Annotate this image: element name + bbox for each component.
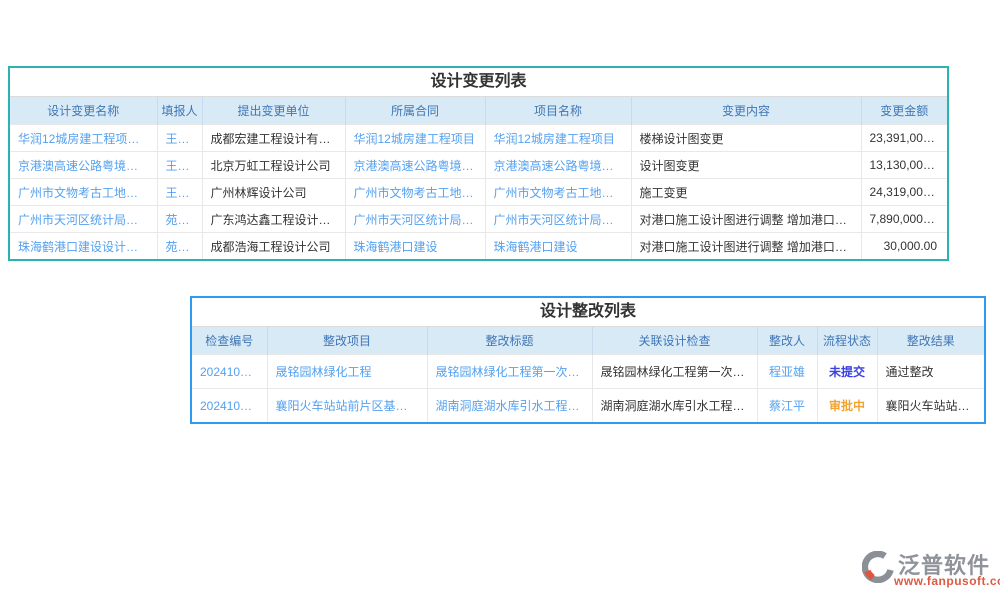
cell-contract[interactable]: 广州市天河区统计局机房改... bbox=[345, 206, 485, 233]
design-rectify-header-row: 检查编号 整改项目 整改标题 关联设计检查 整改人 流程状态 整改结果 bbox=[192, 327, 984, 355]
cell-change-name[interactable]: 广州市文物考古工地安防系... bbox=[10, 179, 157, 206]
col-header-related-check: 关联设计检查 bbox=[592, 327, 757, 355]
col-header-reporter: 填报人 bbox=[157, 97, 202, 125]
status-badge: 未提交 bbox=[817, 355, 877, 389]
cell-check-no[interactable]: 2024100002 bbox=[192, 355, 267, 389]
col-header-contract: 所属合同 bbox=[345, 97, 485, 125]
cell-change-name[interactable]: 珠海鹤港口建设设计变更 bbox=[10, 233, 157, 260]
cell-content: 对港口施工设计图进行调整 增加港口管道建设工程 bbox=[631, 206, 861, 233]
cell-amount: 13,130,000.00 bbox=[861, 152, 947, 179]
cell-rectify-person[interactable]: 程亚雄 bbox=[757, 355, 817, 389]
cell-unit: 北京万虹工程设计公司 bbox=[202, 152, 345, 179]
design-change-header-row: 设计变更名称 填报人 提出变更单位 所属合同 项目名称 变更内容 变更金额 bbox=[10, 97, 947, 125]
cell-project[interactable]: 广州市天河区统计局机房改... bbox=[485, 206, 631, 233]
cell-change-name[interactable]: 广州市天河区统计局机房改... bbox=[10, 206, 157, 233]
col-header-rectify-title: 整改标题 bbox=[427, 327, 592, 355]
cell-unit: 成都浩海工程设计公司 bbox=[202, 233, 345, 260]
cell-rectify-project[interactable]: 晟铭园林绿化工程 bbox=[267, 355, 427, 389]
cell-contract[interactable]: 华润12城房建工程项目 bbox=[345, 125, 485, 152]
design-change-table: 设计变更名称 填报人 提出变更单位 所属合同 项目名称 变更内容 变更金额 华润… bbox=[10, 97, 947, 259]
cell-rectify-person[interactable]: 蔡江平 bbox=[757, 389, 817, 423]
table-row: 广州市文物考古工地安防系... 王志远 广州林辉设计公司 广州市文物考古工地安防… bbox=[10, 179, 947, 206]
table-row: 京港澳高速公路粤境韶关至... 王志远 北京万虹工程设计公司 京港澳高速公路粤境… bbox=[10, 152, 947, 179]
cell-content: 楼梯设计图变更 bbox=[631, 125, 861, 152]
design-rectify-table-title: 设计整改列表 bbox=[192, 298, 984, 327]
cell-project[interactable]: 京港澳高速公路粤境韶关至... bbox=[485, 152, 631, 179]
cell-change-name[interactable]: 华润12城房建工程项目设计... bbox=[10, 125, 157, 152]
cell-contract[interactable]: 京港澳高速公路粤境韶关至... bbox=[345, 152, 485, 179]
fanpu-logo-icon bbox=[862, 551, 894, 583]
cell-contract[interactable]: 珠海鹤港口建设 bbox=[345, 233, 485, 260]
cell-unit: 广东鸿达鑫工程设计公司 bbox=[202, 206, 345, 233]
cell-amount: 7,890,000.00 bbox=[861, 206, 947, 233]
cell-amount: 24,319,000.00 bbox=[861, 179, 947, 206]
cell-rectify-title[interactable]: 湖南洞庭湖水库引水工程施工I... bbox=[427, 389, 592, 423]
table-row: 华润12城房建工程项目设计... 王志远 成都宏建工程设计有限公司 华润12城房… bbox=[10, 125, 947, 152]
col-header-check-no: 检查编号 bbox=[192, 327, 267, 355]
cell-reporter[interactable]: 王志远 bbox=[157, 179, 202, 206]
brand-url[interactable]: www.fanpusoft.com bbox=[894, 574, 1000, 588]
design-rectify-table: 检查编号 整改项目 整改标题 关联设计检查 整改人 流程状态 整改结果 2024… bbox=[192, 327, 984, 422]
cell-reporter[interactable]: 苑子豪 bbox=[157, 233, 202, 260]
cell-content: 施工变更 bbox=[631, 179, 861, 206]
cell-project[interactable]: 华润12城房建工程项目 bbox=[485, 125, 631, 152]
table-row: 广州市天河区统计局机房改... 苑子豪 广东鸿达鑫工程设计公司 广州市天河区统计… bbox=[10, 206, 947, 233]
cell-reporter[interactable]: 苑子豪 bbox=[157, 206, 202, 233]
fanpu-logo[interactable]: 泛普软件 www.fanpusoft.com bbox=[862, 550, 996, 592]
col-header-flow-status: 流程状态 bbox=[817, 327, 877, 355]
col-header-content: 变更内容 bbox=[631, 97, 861, 125]
col-header-rectify-project: 整改项目 bbox=[267, 327, 427, 355]
cell-unit: 广州林辉设计公司 bbox=[202, 179, 345, 206]
col-header-project: 项目名称 bbox=[485, 97, 631, 125]
cell-rectify-result: 通过整改 bbox=[877, 355, 984, 389]
cell-related-check: 晟铭园林绿化工程第一次设... bbox=[592, 355, 757, 389]
design-change-panel: 设计变更列表 设计变更名称 填报人 提出变更单位 所属合同 项目名称 变更内容 … bbox=[8, 66, 949, 261]
cell-check-no[interactable]: 2024100001 bbox=[192, 389, 267, 423]
col-header-change-name: 设计变更名称 bbox=[10, 97, 157, 125]
status-badge: 审批中 bbox=[817, 389, 877, 423]
cell-unit: 成都宏建工程设计有限公司 bbox=[202, 125, 345, 152]
col-header-rectify-result: 整改结果 bbox=[877, 327, 984, 355]
col-header-amount: 变更金额 bbox=[861, 97, 947, 125]
col-header-unit: 提出变更单位 bbox=[202, 97, 345, 125]
design-change-table-title: 设计变更列表 bbox=[10, 68, 947, 97]
cell-amount: 30,000.00 bbox=[861, 233, 947, 260]
cell-content: 设计图变更 bbox=[631, 152, 861, 179]
cell-rectify-title[interactable]: 晟铭园林绿化工程第一次设计... bbox=[427, 355, 592, 389]
cell-project[interactable]: 珠海鹤港口建设 bbox=[485, 233, 631, 260]
cell-content: 对港口施工设计图进行调整 增加港口管道建设工程 bbox=[631, 233, 861, 260]
cell-contract[interactable]: 广州市文物考古工地安防系... bbox=[345, 179, 485, 206]
cell-rectify-project[interactable]: 襄阳火车站站前片区基础设... bbox=[267, 389, 427, 423]
cell-amount: 23,391,000.00 bbox=[861, 125, 947, 152]
cell-related-check: 湖南洞庭湖水库引水工程施... bbox=[592, 389, 757, 423]
table-row: 2024100001 襄阳火车站站前片区基础设... 湖南洞庭湖水库引水工程施工… bbox=[192, 389, 984, 423]
cell-project[interactable]: 广州市文物考古工地安防系... bbox=[485, 179, 631, 206]
table-row: 2024100002 晟铭园林绿化工程 晟铭园林绿化工程第一次设计... 晟铭园… bbox=[192, 355, 984, 389]
design-rectify-panel: 设计整改列表 检查编号 整改项目 整改标题 关联设计检查 整改人 流程状态 整改… bbox=[190, 296, 986, 424]
col-header-rectify-person: 整改人 bbox=[757, 327, 817, 355]
cell-reporter[interactable]: 王志远 bbox=[157, 152, 202, 179]
table-row: 珠海鹤港口建设设计变更 苑子豪 成都浩海工程设计公司 珠海鹤港口建设 珠海鹤港口… bbox=[10, 233, 947, 260]
cell-rectify-result: 襄阳火车站站前片区... bbox=[877, 389, 984, 423]
cell-reporter[interactable]: 王志远 bbox=[157, 125, 202, 152]
cell-change-name[interactable]: 京港澳高速公路粤境韶关至... bbox=[10, 152, 157, 179]
